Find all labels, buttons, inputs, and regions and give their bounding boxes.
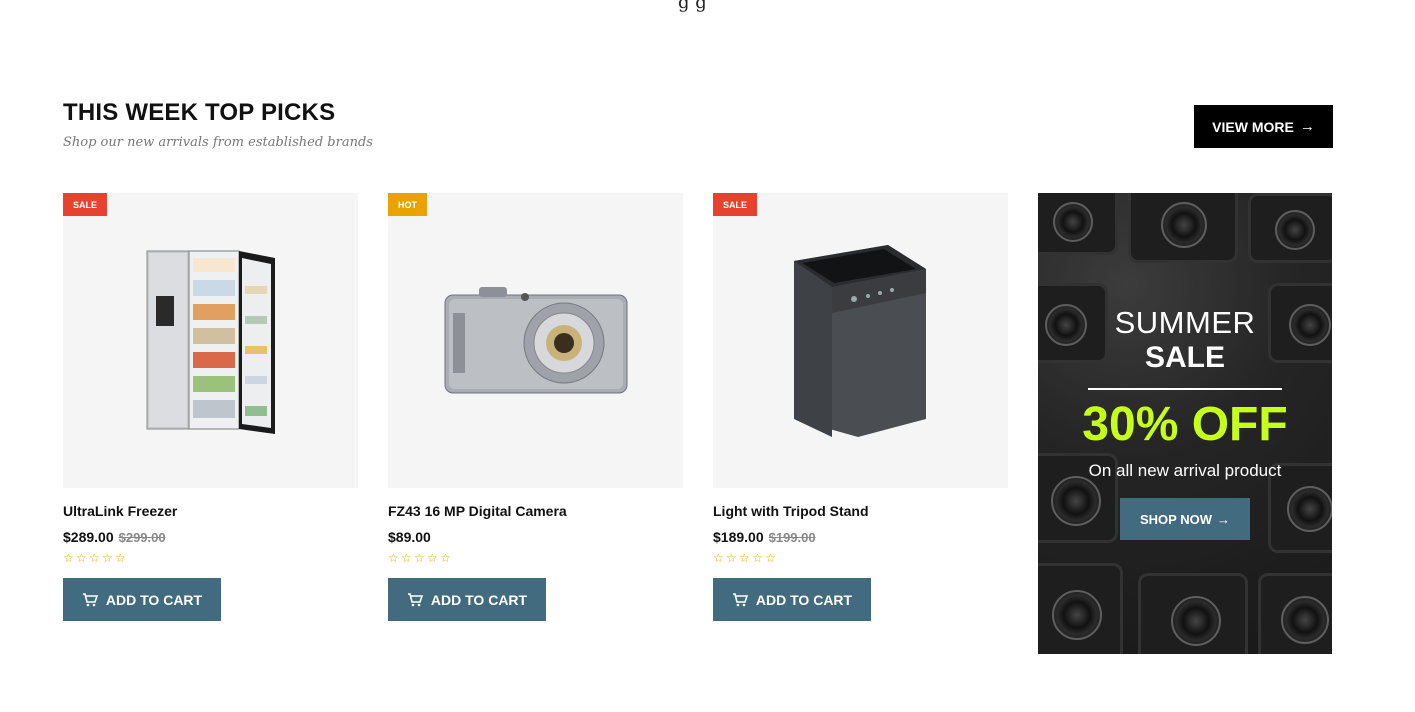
arrow-right-icon: → xyxy=(1217,511,1230,527)
banner-content: SUMMER SALE 30% OFF On all new arrival p… xyxy=(1038,193,1332,654)
camera-image xyxy=(444,287,627,394)
price-row: $89.00 xyxy=(388,529,683,545)
header-fragment: g g xyxy=(678,0,707,13)
section-subtitle: Shop our new arrivals from established b… xyxy=(63,135,373,150)
product-image-box[interactable]: SALE xyxy=(713,193,1008,488)
summer-sale-banner[interactable]: SUMMER SALE 30% OFF On all new arrival p… xyxy=(1038,193,1332,654)
arrow-right-icon: → xyxy=(1299,118,1315,135)
banner-description: On all new arrival product xyxy=(1088,461,1282,480)
add-to-cart-button[interactable]: ADD TO CART xyxy=(63,578,221,621)
star-outline-icon: ☆ xyxy=(726,551,737,565)
shop-now-button[interactable]: SHOP NOW → xyxy=(1120,498,1250,540)
rating-stars: ☆ ☆ ☆ ☆ ☆ xyxy=(63,551,358,565)
add-to-cart-label: ADD TO CART xyxy=(755,591,853,608)
star-outline-icon: ☆ xyxy=(739,551,750,565)
star-outline-icon: ☆ xyxy=(414,551,425,565)
banner-discount: 30% OFF xyxy=(1082,398,1288,451)
star-outline-icon: ☆ xyxy=(102,551,113,565)
star-outline-icon: ☆ xyxy=(388,551,399,565)
product-name[interactable]: FZ43 16 MP Digital Camera xyxy=(388,503,683,519)
add-to-cart-label: ADD TO CART xyxy=(430,591,528,608)
star-outline-icon: ☆ xyxy=(713,551,724,565)
add-to-cart-label: ADD TO CART xyxy=(105,591,203,608)
product-image-box[interactable]: HOT xyxy=(388,193,683,488)
product-image-box[interactable]: SALE xyxy=(63,193,358,488)
washing-machine-image xyxy=(794,244,926,437)
star-outline-icon: ☆ xyxy=(89,551,100,565)
star-outline-icon: ☆ xyxy=(427,551,438,565)
view-more-label: VIEW MORE xyxy=(1212,118,1294,135)
product-name[interactable]: UltraLink Freezer xyxy=(63,503,358,519)
sale-badge: SALE xyxy=(713,193,758,216)
product-card: SALE UltraLink Freezer $289.00 $299.00 ☆… xyxy=(63,193,358,621)
current-price: $289.00 xyxy=(63,529,114,545)
cart-icon xyxy=(82,592,98,606)
old-price: $299.00 xyxy=(118,530,166,545)
cart-icon xyxy=(407,592,423,606)
star-outline-icon: ☆ xyxy=(440,551,451,565)
rating-stars: ☆ ☆ ☆ ☆ ☆ xyxy=(388,551,683,565)
price-row: $189.00 $199.00 xyxy=(713,529,1008,545)
cart-icon xyxy=(732,592,748,606)
product-card: SALE Light with Tripod Stand $189.00 $19… xyxy=(713,193,1008,621)
banner-line-sale: SALE xyxy=(1144,341,1225,374)
hot-badge: HOT xyxy=(388,193,427,216)
current-price: $189.00 xyxy=(713,529,764,545)
sale-badge: SALE xyxy=(63,193,108,216)
star-outline-icon: ☆ xyxy=(115,551,126,565)
product-name[interactable]: Light with Tripod Stand xyxy=(713,503,1008,519)
star-outline-icon: ☆ xyxy=(752,551,763,565)
add-to-cart-button[interactable]: ADD TO CART xyxy=(713,578,871,621)
shop-now-label: SHOP NOW xyxy=(1140,511,1212,527)
star-outline-icon: ☆ xyxy=(63,551,74,565)
section-title: THIS WEEK TOP PICKS xyxy=(63,99,336,126)
star-outline-icon: ☆ xyxy=(76,551,87,565)
rating-stars: ☆ ☆ ☆ ☆ ☆ xyxy=(713,551,1008,565)
refrigerator-image xyxy=(146,250,275,434)
star-outline-icon: ☆ xyxy=(765,551,776,565)
banner-divider xyxy=(1088,388,1282,390)
price-row: $289.00 $299.00 xyxy=(63,529,358,545)
star-outline-icon: ☆ xyxy=(401,551,412,565)
banner-line-summer: SUMMER xyxy=(1114,305,1256,340)
product-card: HOT FZ43 16 MP Digital Camera $89.00 ☆ ☆… xyxy=(388,193,683,621)
old-price: $199.00 xyxy=(768,530,816,545)
current-price: $89.00 xyxy=(388,529,431,545)
add-to-cart-button[interactable]: ADD TO CART xyxy=(388,578,546,621)
view-more-button[interactable]: VIEW MORE → xyxy=(1194,105,1333,148)
